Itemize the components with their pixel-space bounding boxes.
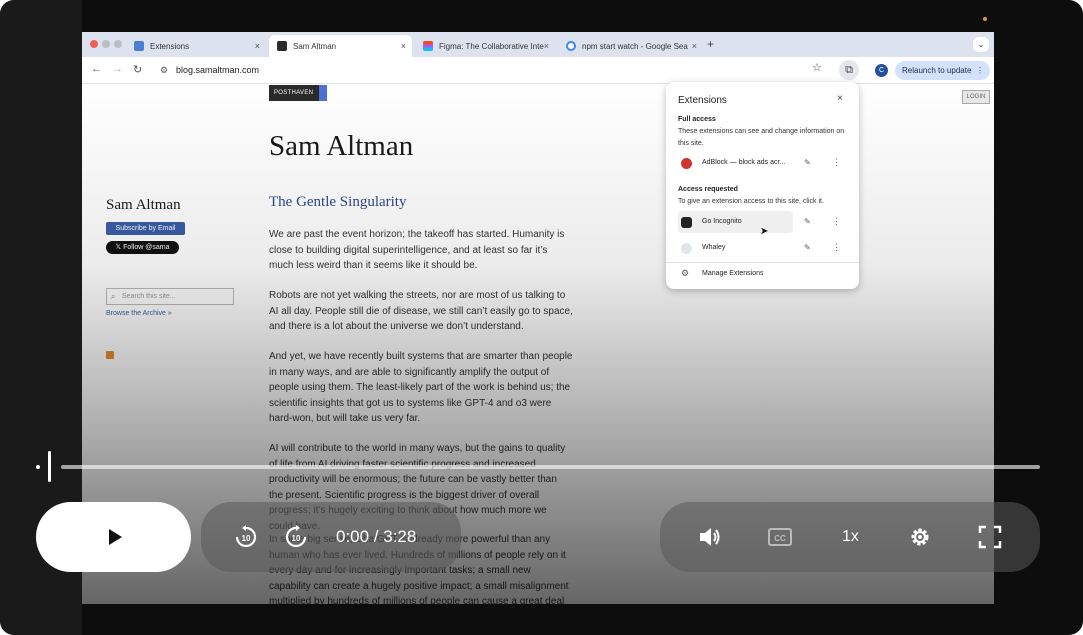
status-dot (983, 17, 987, 21)
post-paragraph: Robots are not yet walking the streets, … (269, 290, 573, 332)
follow-button[interactable]: 𝕏 Follow @sama (106, 241, 179, 254)
google-icon (566, 41, 576, 51)
kebab-menu-icon[interactable]: ⋮ (976, 61, 984, 80)
tab-title: Sam Altman (293, 41, 337, 51)
extension-name: Whaley (702, 244, 726, 251)
tab-search-button[interactable]: ⌄ (973, 37, 989, 52)
tab-strip: Extensions × Sam Altman × Figma: The Col… (82, 32, 994, 57)
popup-divider (666, 262, 859, 263)
extensions-popup: Extensions × Full access These extension… (666, 82, 859, 289)
window-minimize-button[interactable] (102, 40, 110, 48)
play-button[interactable] (36, 502, 191, 572)
browser-toolbar: ← → ↻ ⚙ blog.samaltman.com ☆ ⧉ C Relaunc… (82, 57, 994, 84)
forward-seconds-label: 10 (292, 534, 301, 543)
post-paragraph: And yet, we have recently built systems … (269, 351, 573, 424)
site-search-input[interactable]: ⌕ Search this site... (106, 288, 234, 305)
login-button[interactable]: LOGIN (962, 90, 990, 104)
sidebar-name: Sam Altman (106, 197, 181, 213)
posthaven-favicon-icon (277, 41, 287, 51)
tab-figma[interactable]: Figma: The Collaborative Inte × (415, 35, 555, 57)
popup-title: Extensions (678, 95, 727, 106)
back-arrow-icon[interactable]: ← (91, 63, 102, 75)
close-icon[interactable]: × (837, 93, 843, 104)
mask-icon (681, 217, 692, 228)
profile-avatar[interactable]: C (875, 64, 888, 77)
pin-icon[interactable]: ✎ (804, 158, 811, 167)
puzzle-icon (134, 41, 144, 51)
extensions-puzzle-icon[interactable]: ⧉ (839, 60, 859, 80)
more-options-icon[interactable]: ⋮ (832, 242, 841, 253)
manage-extensions-link[interactable]: Manage Extensions (702, 270, 763, 277)
extension-item-go-incognito[interactable]: Go Incognito (678, 211, 793, 233)
tab-close-icon[interactable]: × (544, 41, 549, 51)
tab-close-icon[interactable]: × (255, 41, 260, 51)
tab-close-icon[interactable]: × (692, 41, 697, 51)
search-placeholder: Search this site... (122, 293, 176, 300)
window-close-button[interactable] (90, 40, 98, 48)
relaunch-label: Relaunch to update (902, 66, 972, 75)
playback-speed-button[interactable]: 1x (842, 528, 859, 546)
access-requested-description: To give an extension access to this site… (678, 198, 824, 205)
address-bar[interactable]: ⚙ blog.samaltman.com (152, 60, 832, 81)
progress-start-dot (36, 465, 40, 469)
pin-icon[interactable]: ✎ (804, 217, 811, 226)
forward-10-icon[interactable]: 10 (283, 524, 309, 550)
subscribe-button[interactable]: Subscribe by Email (106, 222, 185, 235)
posthaven-label: POSTHAVEN (274, 90, 314, 96)
archive-link[interactable]: Browse the Archive » (106, 310, 172, 317)
play-icon (109, 529, 122, 545)
new-tab-button[interactable]: + (707, 37, 714, 51)
tab-close-icon[interactable]: × (401, 41, 406, 51)
tab-title: Figma: The Collaborative Inte (439, 41, 544, 51)
site-info-icon[interactable]: ⚙ (160, 65, 168, 76)
post-title[interactable]: The Gentle Singularity (269, 194, 406, 211)
whale-icon (681, 243, 692, 254)
mouse-cursor-icon: ➤ (760, 226, 769, 237)
bookmark-star-icon[interactable]: ☆ (812, 61, 822, 74)
rewind-seconds-label: 10 (242, 534, 251, 543)
svg-text:CC: CC (774, 534, 786, 543)
extension-name: AdBlock — block ads acr... (702, 159, 786, 166)
extension-item-adblock[interactable]: AdBlock — block ads acr... (678, 152, 793, 174)
rewind-10-icon[interactable]: 10 (233, 524, 259, 550)
time-display: 0:00 / 3:28 (336, 527, 417, 546)
url-text: blog.samaltman.com (176, 65, 260, 75)
adblock-icon (681, 158, 692, 169)
tab-google-search[interactable]: npm start watch - Google Sea × (558, 35, 703, 57)
site-title[interactable]: Sam Altman (269, 130, 413, 163)
pin-icon[interactable]: ✎ (804, 243, 811, 252)
extension-item-whaley[interactable]: Whaley (678, 237, 793, 259)
more-options-icon[interactable]: ⋮ (832, 157, 841, 168)
posthaven-accent (319, 85, 327, 101)
full-access-description: These extensions can see and change info… (678, 128, 845, 147)
posthaven-logo[interactable]: POSTHAVEN (269, 85, 327, 101)
tab-title: Extensions (150, 41, 190, 51)
window-zoom-button[interactable] (114, 40, 122, 48)
volume-icon[interactable] (697, 524, 723, 550)
video-frame: Extensions × Sam Altman × Figma: The Col… (0, 0, 1083, 635)
extension-name: Go Incognito (702, 218, 742, 225)
fullscreen-icon[interactable] (977, 524, 1003, 550)
gear-icon: ⚙ (681, 268, 690, 278)
scrub-handle[interactable] (48, 451, 51, 482)
post-paragraph: We are past the event horizon; the takeo… (269, 229, 565, 271)
tab-extensions[interactable]: Extensions × (126, 35, 266, 57)
relaunch-button[interactable]: Relaunch to update ⋮ (895, 61, 990, 80)
full-access-heading: Full access (678, 116, 716, 123)
search-icon: ⌕ (111, 292, 116, 301)
progress-bar[interactable] (61, 465, 1040, 469)
forward-arrow-icon[interactable]: → (112, 63, 123, 75)
closed-captions-icon[interactable]: CC (767, 524, 793, 550)
settings-gear-icon[interactable] (907, 524, 933, 550)
tab-sam-altman[interactable]: Sam Altman × (269, 35, 412, 57)
tab-title: npm start watch - Google Sea (582, 41, 688, 51)
more-options-icon[interactable]: ⋮ (832, 216, 841, 227)
reload-icon[interactable]: ↻ (133, 63, 142, 76)
rss-icon[interactable] (106, 351, 114, 359)
figma-icon (423, 41, 433, 51)
access-requested-heading: Access requested (678, 186, 738, 193)
